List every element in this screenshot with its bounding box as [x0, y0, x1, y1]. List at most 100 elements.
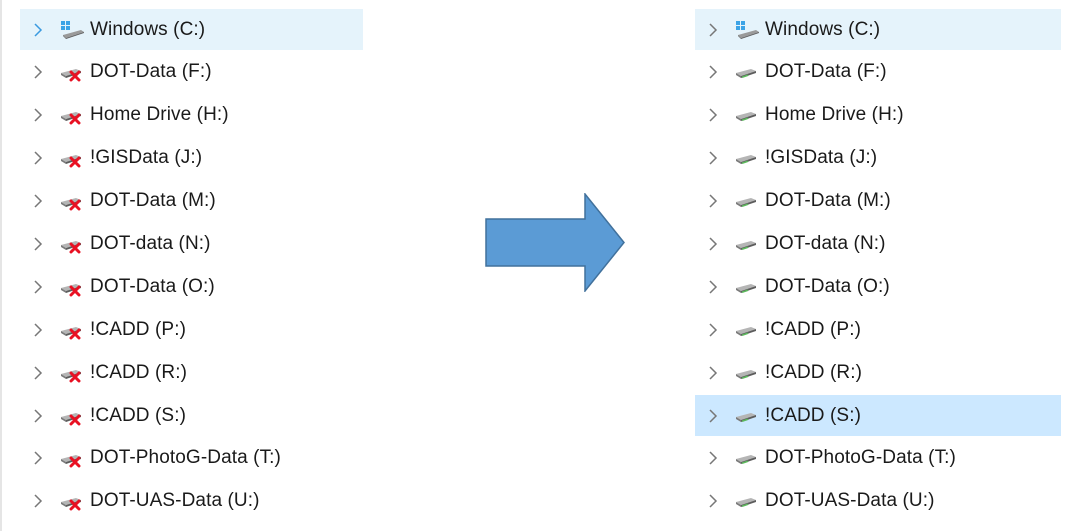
tree-item-label: DOT-Data (F:) [765, 61, 887, 83]
tree-item-label: Home Drive (H:) [90, 104, 229, 126]
tree-item[interactable]: !CADD (P:) [20, 309, 363, 350]
chevron-right-icon[interactable] [706, 146, 720, 170]
right-arrow-icon [485, 191, 626, 297]
disconnected-network-drive-icon [59, 362, 85, 384]
tree-item[interactable]: DOT-Data (F:) [695, 52, 1061, 93]
chevron-right-icon[interactable] [31, 275, 45, 299]
tree-item-label: !CADD (P:) [765, 318, 861, 340]
chevron-right-icon[interactable] [706, 489, 720, 513]
network-drive-icon [734, 147, 760, 169]
network-drive-icon [734, 490, 760, 512]
network-drive-icon [734, 319, 760, 341]
tree-item-label: !CADD (S:) [765, 404, 861, 426]
disconnected-network-drive-icon [59, 319, 85, 341]
disconnected-network-drive-icon [59, 447, 85, 469]
tree-item-label: !CADD (R:) [765, 361, 863, 383]
tree-item-label: !CADD (P:) [90, 318, 186, 340]
chevron-right-icon[interactable] [706, 189, 720, 213]
chevron-right-icon[interactable] [706, 404, 720, 428]
tree-item[interactable]: DOT-Data (F:) [20, 52, 363, 93]
chevron-right-icon[interactable] [706, 361, 720, 385]
tree-item-label: DOT-UAS-Data (U:) [90, 490, 260, 512]
chevron-right-icon[interactable] [31, 404, 45, 428]
tree-item[interactable]: DOT-PhotoG-Data (T:) [695, 438, 1061, 479]
tree-item[interactable]: !CADD (R:) [20, 352, 363, 393]
tree-item[interactable]: Home Drive (H:) [20, 95, 363, 136]
tree-item[interactable]: !GISData (J:) [695, 138, 1061, 179]
tree-item[interactable]: DOT-PhotoG-Data (T:) [20, 438, 363, 479]
tree-item-label: Windows (C:) [765, 18, 881, 40]
tree-item[interactable]: DOT-data (N:) [20, 223, 363, 264]
tree-item-label: !CADD (S:) [90, 404, 186, 426]
tree-item[interactable]: Home Drive (H:) [695, 95, 1061, 136]
chevron-right-icon[interactable] [31, 361, 45, 385]
windows-drive-icon [59, 19, 85, 41]
tree-item[interactable]: DOT-UAS-Data (U:) [20, 481, 363, 522]
chevron-right-icon[interactable] [706, 446, 720, 470]
disconnected-network-drive-icon [59, 233, 85, 255]
network-drive-icon [734, 61, 760, 83]
disconnected-network-drive-icon [59, 147, 85, 169]
chevron-right-icon[interactable] [31, 489, 45, 513]
network-drive-icon [734, 276, 760, 298]
tree-item-label: !CADD (R:) [90, 361, 188, 383]
tree-item-label: DOT-Data (F:) [90, 61, 212, 83]
chevron-right-icon[interactable] [706, 318, 720, 342]
chevron-right-icon[interactable] [706, 60, 720, 84]
network-drive-icon [734, 233, 760, 255]
disconnected-network-drive-icon [59, 276, 85, 298]
network-drive-icon [734, 190, 760, 212]
disconnected-network-drive-icon [59, 190, 85, 212]
windows-drive-icon [734, 19, 760, 41]
tree-item-label: Home Drive (H:) [765, 104, 904, 126]
tree-item-label: DOT-data (N:) [765, 232, 886, 254]
tree-item-label: DOT-Data (M:) [90, 190, 216, 212]
tree-item[interactable]: !CADD (S:) [20, 395, 363, 436]
disconnected-network-drive-icon [59, 490, 85, 512]
tree-item-label: DOT-PhotoG-Data (T:) [765, 447, 956, 469]
tree-item[interactable]: DOT-Data (M:) [695, 181, 1061, 222]
chevron-right-icon[interactable] [31, 446, 45, 470]
chevron-right-icon[interactable] [31, 146, 45, 170]
chevron-right-icon[interactable] [706, 18, 720, 42]
tree-item[interactable]: !GISData (J:) [20, 138, 363, 179]
network-drive-icon [734, 104, 760, 126]
tree-item-label: DOT-UAS-Data (U:) [765, 490, 935, 512]
tree-item-label: !GISData (J:) [765, 147, 878, 169]
network-drive-icon [734, 362, 760, 384]
tree-item[interactable]: !CADD (R:) [695, 352, 1061, 393]
network-drive-icon [734, 447, 760, 469]
tree-item-label: DOT-Data (O:) [765, 275, 890, 297]
chevron-right-icon[interactable] [31, 18, 45, 42]
network-drive-icon [734, 405, 760, 427]
tree-item-label: DOT-PhotoG-Data (T:) [90, 447, 281, 469]
chevron-right-icon[interactable] [31, 232, 45, 256]
tree-item-label: Windows (C:) [90, 18, 206, 40]
chevron-right-icon[interactable] [31, 103, 45, 127]
tree-item[interactable]: !CADD (P:) [695, 309, 1061, 350]
disconnected-network-drive-icon [59, 61, 85, 83]
tree-item[interactable]: DOT-Data (M:) [20, 181, 363, 222]
tree-item[interactable]: DOT-Data (O:) [695, 266, 1061, 307]
tree-item[interactable]: DOT-UAS-Data (U:) [695, 481, 1061, 522]
chevron-right-icon[interactable] [706, 103, 720, 127]
chevron-right-icon[interactable] [31, 189, 45, 213]
before-navigation-pane: Windows (C:) DOT-Data (F:) Home Drive (H:)… [20, 9, 363, 524]
tree-item-label: DOT-Data (M:) [765, 190, 891, 212]
after-navigation-pane: Windows (C:) DOT-Data (F:) Home Drive (H:)… [695, 9, 1061, 524]
tree-item-label: !GISData (J:) [90, 147, 203, 169]
tree-item[interactable]: DOT-data (N:) [695, 223, 1061, 264]
chevron-right-icon[interactable] [31, 60, 45, 84]
disconnected-network-drive-icon [59, 104, 85, 126]
tree-item-label: DOT-Data (O:) [90, 275, 215, 297]
disconnected-network-drive-icon [59, 405, 85, 427]
tree-item[interactable]: DOT-Data (O:) [20, 266, 363, 307]
tree-item[interactable]: Windows (C:) [20, 9, 363, 50]
chevron-right-icon[interactable] [706, 232, 720, 256]
left-window-edge [0, 0, 2, 531]
chevron-right-icon[interactable] [31, 318, 45, 342]
tree-item[interactable]: Windows (C:) [695, 9, 1061, 50]
chevron-right-icon[interactable] [706, 275, 720, 299]
tree-item[interactable]: !CADD (S:) [695, 395, 1061, 437]
tree-item-label: DOT-data (N:) [90, 232, 211, 254]
